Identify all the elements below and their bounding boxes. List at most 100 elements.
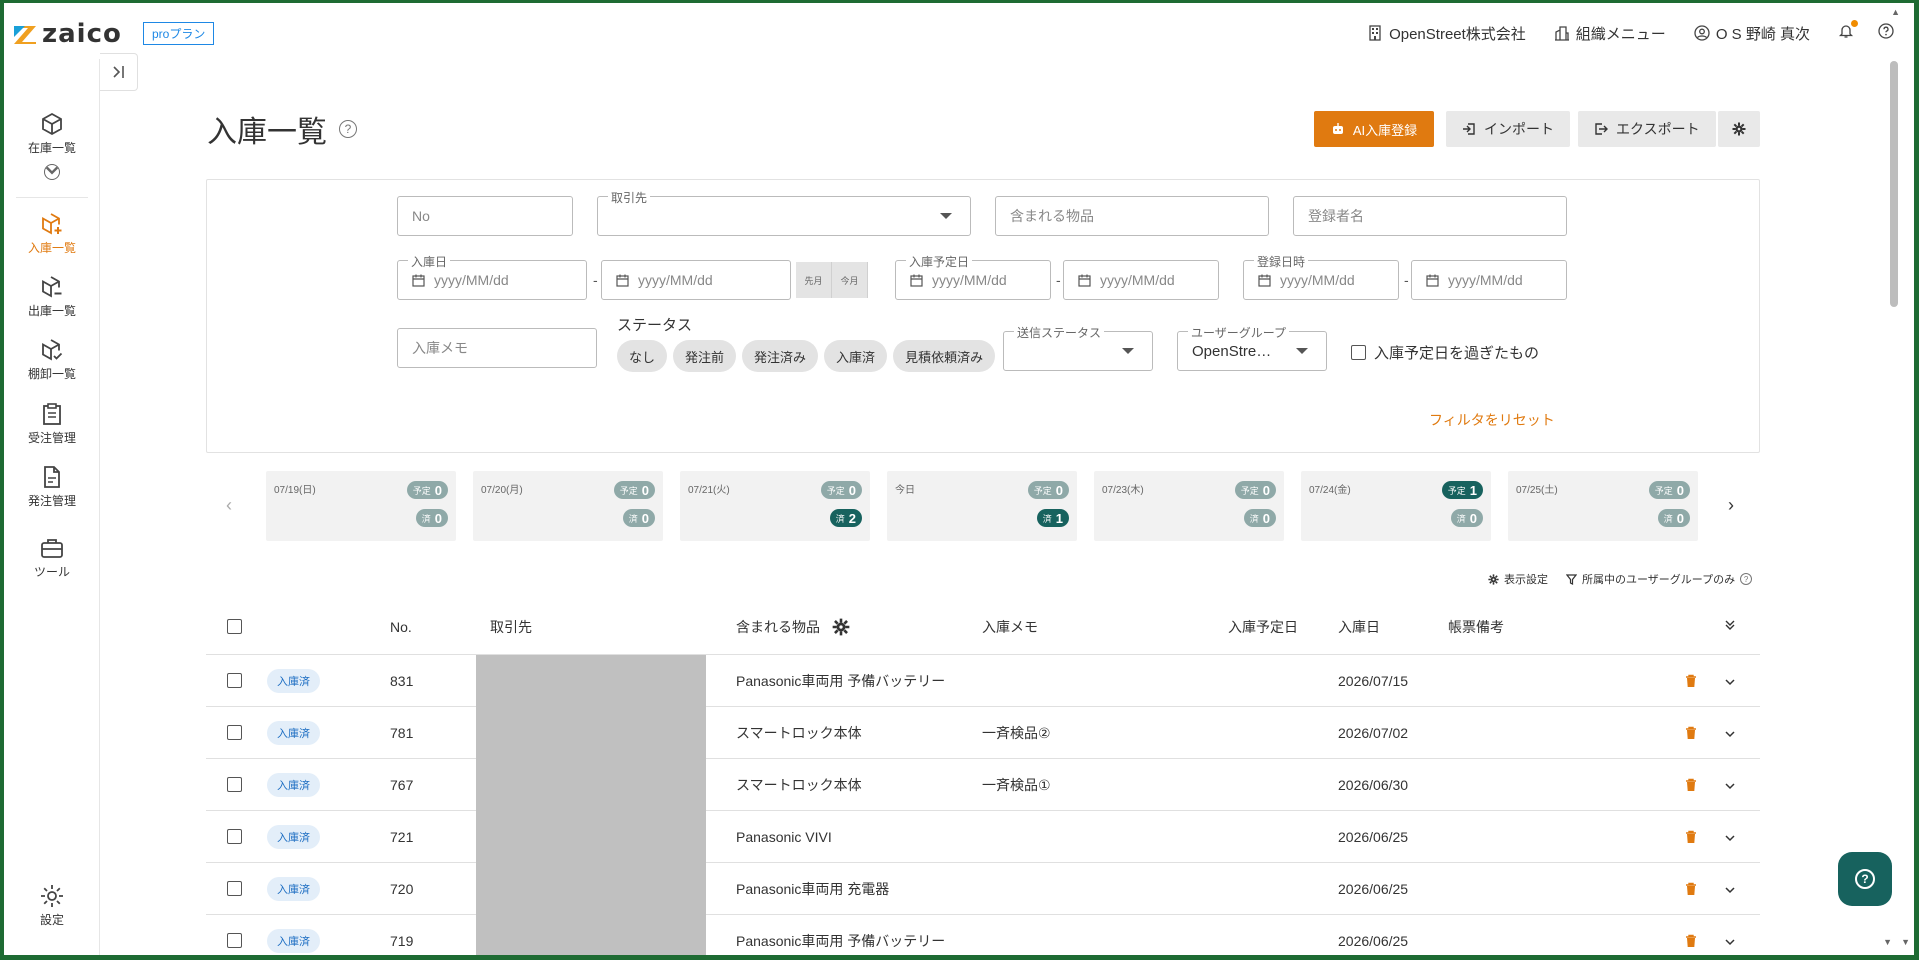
user-menu[interactable]: O S 野崎 真次 bbox=[1694, 23, 1810, 44]
chevron-down-icon[interactable] bbox=[1724, 779, 1736, 793]
trash-icon[interactable] bbox=[1684, 934, 1698, 951]
sidebar-item-shipping[interactable]: 出庫一覧 bbox=[4, 274, 100, 319]
row-checkbox[interactable] bbox=[227, 673, 242, 688]
trash-icon[interactable] bbox=[1684, 674, 1698, 691]
table-row[interactable]: 入庫済 831 Panasonic車両用 予備バッテリー 2026/07/15 bbox=[206, 655, 1760, 707]
expand-icon[interactable] bbox=[44, 164, 60, 180]
company-menu[interactable]: OpenStreet株式会社 bbox=[1367, 23, 1526, 44]
calendar-day-card[interactable]: 07/23(木) 予定 0 済 0 bbox=[1094, 471, 1284, 541]
notifications-button[interactable] bbox=[1838, 20, 1858, 43]
sidebar-item-inventory[interactable]: 在庫一覧 bbox=[4, 111, 100, 180]
status-chip[interactable]: 入庫済 bbox=[824, 340, 888, 372]
reset-filters-link[interactable]: フィルタをリセット bbox=[1429, 410, 1555, 430]
table-row[interactable]: 入庫済 721 Panasonic VIVI 2026/06/25 bbox=[206, 811, 1760, 863]
user-group-select[interactable]: ユーザーグループ OpenStre… bbox=[1177, 324, 1327, 371]
overdue-filter[interactable]: 入庫予定日を過ぎたもの bbox=[1351, 342, 1539, 363]
chevron-down-icon[interactable] bbox=[1724, 935, 1736, 949]
row-checkbox[interactable] bbox=[227, 881, 242, 896]
done-count-pill[interactable]: 済0 bbox=[1657, 509, 1690, 527]
scrollbar-thumb[interactable] bbox=[1890, 61, 1898, 307]
org-menu[interactable]: 組織メニュー bbox=[1554, 23, 1666, 44]
registered-date-from[interactable]: 登録日時 yyyy/MM/dd bbox=[1243, 253, 1399, 300]
overdue-checkbox[interactable] bbox=[1351, 345, 1366, 360]
support-chat-button[interactable]: ? bbox=[1838, 852, 1892, 906]
logo[interactable]: zaico bbox=[12, 19, 122, 49]
planned-count-pill[interactable]: 予定 1 bbox=[1441, 481, 1483, 499]
calendar-day-card[interactable]: 今日 予定 0 済 1 bbox=[887, 471, 1077, 541]
planned-count-pill[interactable]: 予定 0 bbox=[1234, 481, 1276, 499]
row-no[interactable]: 720 bbox=[390, 881, 413, 897]
select-all-checkbox[interactable] bbox=[227, 619, 242, 634]
calendar-day-card[interactable]: 07/20(月) 予定 0 済 0 bbox=[473, 471, 663, 541]
done-count-pill[interactable]: 済1 bbox=[1036, 509, 1069, 527]
gear-icon[interactable] bbox=[832, 618, 850, 636]
trash-icon[interactable] bbox=[1684, 726, 1698, 743]
no-input[interactable]: No bbox=[397, 196, 573, 236]
trash-icon[interactable] bbox=[1684, 830, 1698, 847]
row-no[interactable]: 721 bbox=[390, 829, 413, 845]
row-no[interactable]: 831 bbox=[390, 673, 413, 689]
registered-date-to[interactable]: yyyy/MM/dd bbox=[1411, 260, 1567, 300]
done-count-pill[interactable]: 済0 bbox=[415, 509, 448, 527]
question-icon[interactable]: ? bbox=[339, 120, 357, 138]
ai-register-button[interactable]: AI入庫登録 bbox=[1314, 111, 1434, 147]
export-button[interactable]: エクスポート bbox=[1578, 111, 1716, 147]
done-count-pill[interactable]: 済0 bbox=[622, 509, 655, 527]
expand-all-icon[interactable] bbox=[1724, 619, 1736, 634]
chevron-left-icon[interactable]: ‹ bbox=[226, 495, 232, 516]
scroll-up-icon[interactable]: ▲ bbox=[1891, 7, 1900, 17]
status-chip[interactable]: 発注済み bbox=[742, 340, 819, 372]
calendar-day-card[interactable]: 07/25(土) 予定 0 済 0 bbox=[1508, 471, 1698, 541]
row-checkbox[interactable] bbox=[227, 829, 242, 844]
row-no[interactable]: 781 bbox=[390, 725, 413, 741]
trash-icon[interactable] bbox=[1684, 882, 1698, 899]
send-status-select[interactable]: 送信ステータス bbox=[1003, 324, 1153, 371]
status-chip[interactable]: 見積依頼済み bbox=[893, 340, 996, 372]
sidebar-item-purchase[interactable]: 発注管理 bbox=[4, 464, 100, 509]
items-input[interactable]: 含まれる物品 bbox=[995, 196, 1269, 236]
row-checkbox[interactable] bbox=[227, 777, 242, 792]
chevron-down-icon[interactable] bbox=[1724, 883, 1736, 897]
status-chip[interactable]: なし bbox=[617, 340, 668, 372]
planned-count-pill[interactable]: 予定 0 bbox=[613, 481, 655, 499]
row-no[interactable]: 767 bbox=[390, 777, 413, 793]
table-row[interactable]: 入庫済 719 Panasonic車両用 予備バッテリー 2026/06/25 bbox=[206, 915, 1760, 955]
chevron-down-icon[interactable] bbox=[1724, 727, 1736, 741]
question-icon[interactable]: ? bbox=[1740, 573, 1753, 585]
status-chip[interactable]: 発注前 bbox=[673, 340, 737, 372]
registrant-input[interactable]: 登録者名 bbox=[1293, 196, 1567, 236]
table-row[interactable]: 入庫済 781 スマートロック本体 一斉検品② 2026/07/02 bbox=[206, 707, 1760, 759]
scroll-down-icon[interactable]: ▼ bbox=[1901, 937, 1910, 947]
planned-count-pill[interactable]: 予定 0 bbox=[406, 481, 448, 499]
last-month-button[interactable]: 先月 bbox=[796, 262, 832, 298]
planned-count-pill[interactable]: 予定 0 bbox=[820, 481, 862, 499]
help-button[interactable] bbox=[1878, 23, 1894, 43]
memo-input[interactable]: 入庫メモ bbox=[397, 328, 597, 368]
table-row[interactable]: 入庫済 767 スマートロック本体 一斉検品① 2026/06/30 bbox=[206, 759, 1760, 811]
sidebar-item-tools[interactable]: ツール bbox=[4, 535, 100, 580]
row-checkbox[interactable] bbox=[227, 933, 242, 948]
table-row[interactable]: 入庫済 720 Panasonic車両用 充電器 2026/06/25 bbox=[206, 863, 1760, 915]
supplier-select[interactable]: 取引先 bbox=[597, 189, 971, 236]
received-date-to[interactable]: yyyy/MM/dd bbox=[601, 260, 791, 300]
chevron-down-icon[interactable] bbox=[1724, 675, 1736, 689]
sidebar-item-settings[interactable]: 設定 bbox=[4, 883, 100, 928]
export-settings-button[interactable] bbox=[1717, 111, 1760, 147]
calendar-day-card[interactable]: 07/24(金) 予定 1 済 0 bbox=[1301, 471, 1491, 541]
sidebar-item-stocktake[interactable]: 棚卸一覧 bbox=[4, 337, 100, 382]
planned-count-pill[interactable]: 予定 0 bbox=[1648, 481, 1690, 499]
calendar-day-card[interactable]: 07/19(日) 予定 0 済 0 bbox=[266, 471, 456, 541]
row-no[interactable]: 719 bbox=[390, 933, 413, 949]
sidebar-item-receiving[interactable]: 入庫一覧 bbox=[4, 211, 100, 256]
row-checkbox[interactable] bbox=[227, 725, 242, 740]
done-count-pill[interactable]: 済0 bbox=[1450, 509, 1483, 527]
sidebar-item-orders[interactable]: 受注管理 bbox=[4, 401, 100, 446]
scrollbar[interactable] bbox=[1889, 59, 1899, 955]
done-count-pill[interactable]: 済2 bbox=[829, 509, 862, 527]
planned-date-to[interactable]: yyyy/MM/dd bbox=[1063, 260, 1219, 300]
scroll-down-icon[interactable]: ▼ bbox=[1883, 937, 1892, 947]
display-settings-button[interactable]: 表示設定 bbox=[1488, 571, 1548, 587]
own-group-filter[interactable]: 所属中のユーザーグループのみ ? bbox=[1566, 571, 1753, 587]
planned-date-from[interactable]: 入庫予定日 yyyy/MM/dd bbox=[895, 253, 1051, 300]
chevron-right-icon[interactable]: › bbox=[1728, 495, 1734, 516]
